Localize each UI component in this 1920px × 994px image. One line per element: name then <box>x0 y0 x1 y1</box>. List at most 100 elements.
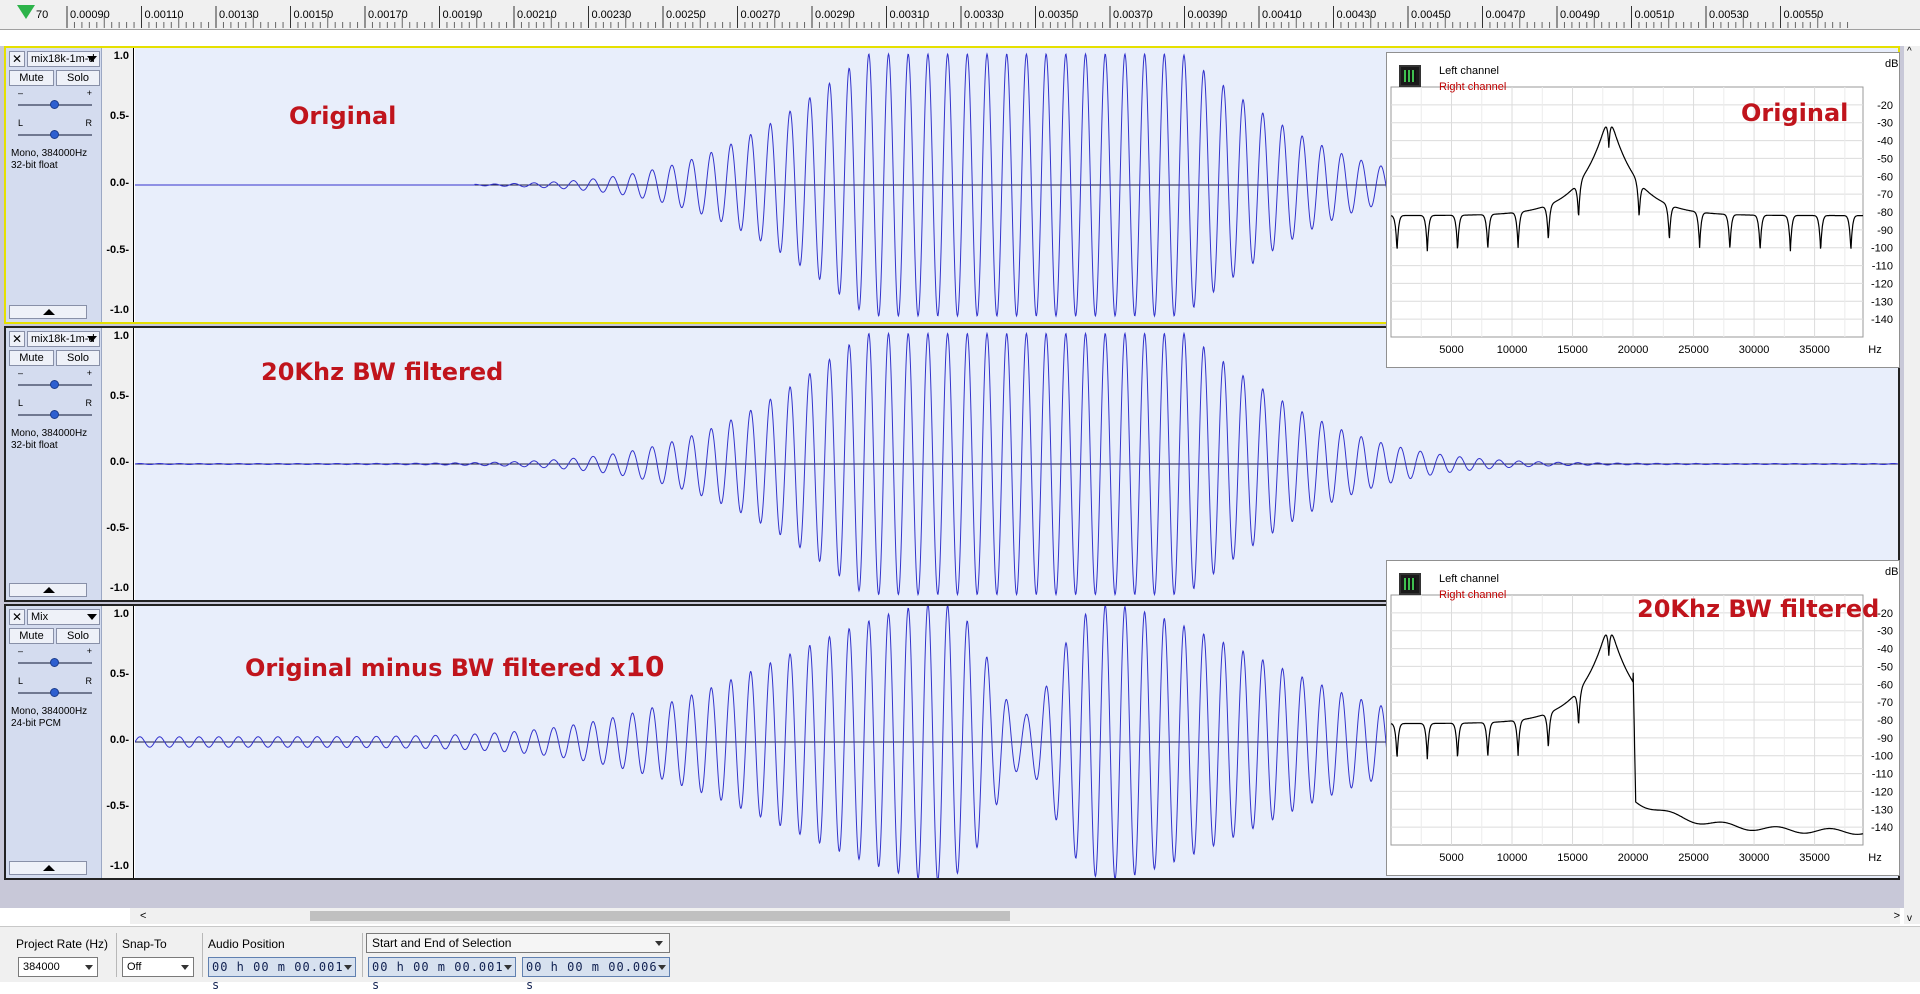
mute-button[interactable]: Mute <box>9 350 54 366</box>
ruler-tick-label: 0.00410 <box>1262 9 1302 21</box>
db-tick-label: -130 <box>1871 804 1893 816</box>
scroll-thumb[interactable] <box>310 911 1010 921</box>
collapse-track-button[interactable] <box>9 305 87 319</box>
vertical-scrollbar[interactable]: ^ v <box>1904 46 1920 924</box>
ruler-tick-label: 0.00510 <box>1634 9 1675 21</box>
ruler-tick-label: 0.00470 <box>1485 9 1526 21</box>
scale-label: 0.0- <box>110 734 129 746</box>
ruler-tick-label: 0.00150 <box>293 9 334 21</box>
db-tick-label: -70 <box>1877 189 1893 201</box>
gain-slider[interactable]: – + <box>18 646 92 670</box>
close-track-button[interactable]: ✕ <box>9 609 25 625</box>
pan-knob[interactable] <box>50 688 59 697</box>
chevron-down-icon <box>181 965 189 970</box>
gain-knob[interactable] <box>50 658 59 667</box>
pan-slider[interactable]: LR <box>18 676 92 700</box>
track-info: Mono, 384000Hz 32-bit float <box>11 148 87 172</box>
audio-position-field[interactable]: 00 h 00 m 00.001 s <box>208 957 356 992</box>
gain-minus-label: – <box>18 368 24 378</box>
track-name-menu[interactable]: mix18k-1m-d <box>27 331 100 347</box>
hz-tick-label: 25000 <box>1678 852 1709 864</box>
db-tick-label: -100 <box>1871 751 1893 763</box>
hz-tick-label: 35000 <box>1799 852 1830 864</box>
scroll-right-arrow[interactable]: > <box>1894 910 1900 922</box>
selection-end-field[interactable]: 00 h 00 m 00.006 s <box>522 957 670 992</box>
chevron-down-icon <box>658 965 666 970</box>
scale-label: -1.0 <box>110 860 129 872</box>
project-rate-select[interactable]: 384000 <box>18 957 98 977</box>
selection-start-field[interactable]: 00 h 00 m 00.001 s <box>368 957 516 992</box>
db-tick-label: -40 <box>1877 136 1893 148</box>
chevron-down-icon <box>87 614 97 620</box>
track-annotation: Original minus BW filtered x10 <box>245 650 664 683</box>
ruler-tick-label: 0.00090 <box>70 9 110 21</box>
hz-tick-label: 15000 <box>1557 852 1588 864</box>
legend-left-channel: Left channel <box>1439 573 1499 585</box>
audio-position-label: Audio Position <box>208 937 285 951</box>
ruler-tick-label: 0.00230 <box>591 9 632 21</box>
solo-button[interactable]: Solo <box>56 350 100 366</box>
scale-label: 1.0 <box>113 50 129 62</box>
ruler-tick-label: 0.00530 <box>1709 9 1749 21</box>
scroll-left-arrow[interactable]: < <box>140 910 146 922</box>
amplitude-ruler: 1.0 0.5- 0.0- -0.5- -1.0 <box>102 606 134 878</box>
collapse-track-button[interactable] <box>9 861 87 875</box>
db-tick-label: -40 <box>1877 644 1893 656</box>
spectrum-icon <box>1399 65 1421 87</box>
ruler-tick-label: 0.00310 <box>889 9 930 21</box>
track-bitdepth: 24-bit PCM <box>11 718 62 729</box>
track-name: mix18k-1m-d <box>31 333 95 345</box>
chevron-down-icon <box>344 965 352 970</box>
legend-right-channel: Right channel <box>1439 81 1507 93</box>
chevron-down-icon <box>87 56 97 62</box>
selection-mode-select[interactable]: Start and End of Selection <box>366 933 670 953</box>
hz-tick-label: 5000 <box>1439 344 1463 356</box>
snap-to-value: Off <box>127 961 142 973</box>
gain-knob[interactable] <box>50 100 59 109</box>
gain-minus-label: – <box>18 88 24 98</box>
mute-button[interactable]: Mute <box>9 628 54 644</box>
gain-slider[interactable]: – + <box>18 368 92 392</box>
chevron-up-icon <box>43 587 55 593</box>
hz-tick-label: 30000 <box>1739 852 1770 864</box>
track-name-menu[interactable]: mix18k-1m-d <box>27 51 100 67</box>
track-annotation: 20Khz BW filtered <box>261 358 504 386</box>
horizontal-scrollbar[interactable]: < > <box>130 908 1900 924</box>
solo-button[interactable]: Solo <box>56 628 100 644</box>
close-track-button[interactable]: ✕ <box>9 51 25 67</box>
pan-slider[interactable]: LR <box>18 118 92 142</box>
track-name: mix18k-1m-d <box>31 53 95 65</box>
snap-to-select[interactable]: Off <box>122 957 194 977</box>
hz-tick-label: 20000 <box>1618 344 1649 356</box>
pan-right-label: R <box>85 398 93 408</box>
db-tick-label: -60 <box>1877 679 1893 691</box>
spectrum-panel-filtered: -20 -30 -40 -50 -60 -70 -80 -90 -100 -110 -120 -130… <box>1386 560 1900 876</box>
ruler-tick-label: 0.00270 <box>740 9 781 21</box>
ruler-tick-label: 0.00130 <box>219 9 259 21</box>
timeline-ruler[interactable]: 70 0.00090 0.00110 0.00130 0.00150 0.00170 0.… <box>0 0 1920 30</box>
spectrum-icon <box>1399 573 1421 595</box>
pan-slider[interactable]: LR <box>18 398 92 422</box>
scale-label: 1.0 <box>113 608 129 620</box>
scale-label: 1.0 <box>113 330 129 342</box>
pan-knob[interactable] <box>50 410 59 419</box>
hz-tick-label: 20000 <box>1618 852 1649 864</box>
gain-knob[interactable] <box>50 380 59 389</box>
gain-slider[interactable]: – + <box>18 88 92 112</box>
scale-label: -0.5- <box>106 244 129 256</box>
track-annotation: Original <box>289 102 397 130</box>
mute-button[interactable]: Mute <box>9 70 54 86</box>
hz-tick-label: 30000 <box>1739 344 1770 356</box>
collapse-track-button[interactable] <box>9 583 87 597</box>
scroll-down-arrow[interactable]: v <box>1907 913 1912 924</box>
scroll-up-arrow[interactable]: ^ <box>1907 46 1912 57</box>
track-name-menu[interactable]: Mix <box>27 609 100 625</box>
chevron-down-icon <box>504 965 512 970</box>
db-tick-label: -90 <box>1877 733 1893 745</box>
solo-button[interactable]: Solo <box>56 70 100 86</box>
selection-start-value: 00 h 00 m 00.001 s <box>372 960 504 992</box>
close-track-button[interactable]: ✕ <box>9 331 25 347</box>
track-name: Mix <box>31 611 49 623</box>
db-tick-label: -140 <box>1871 314 1893 326</box>
pan-knob[interactable] <box>50 130 59 139</box>
